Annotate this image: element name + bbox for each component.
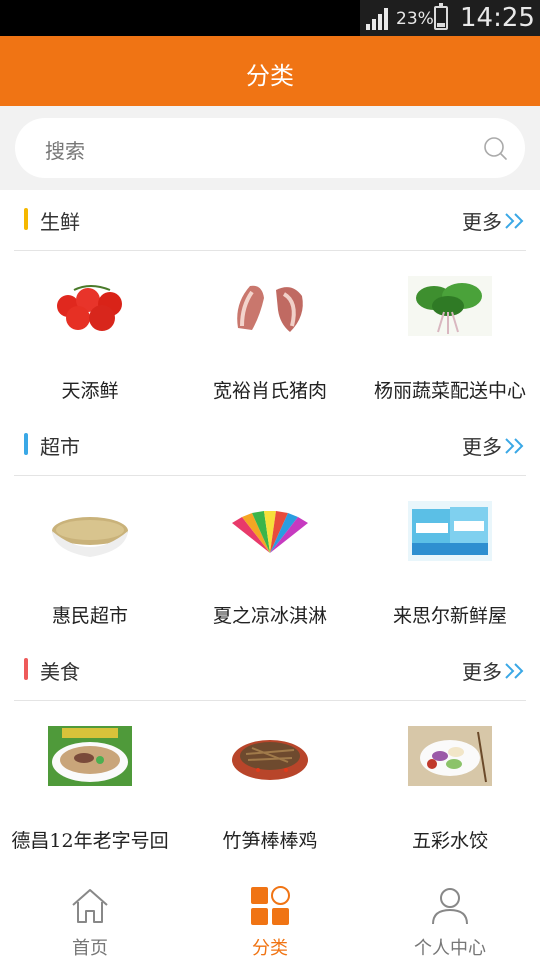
shop-name: 宽裕肖氏猪肉 — [212, 380, 327, 402]
bottom-tab-bar: 首页 分类 个人中心 — [0, 860, 540, 960]
noodle-soup-image — [48, 726, 132, 786]
more-label: 更多 — [462, 210, 502, 234]
section-title: 超市 — [40, 435, 80, 459]
rice-image — [48, 501, 132, 561]
battery-icon — [434, 3, 448, 30]
shop-name: 惠民超市 — [51, 605, 128, 627]
shop-name: 来思尔新鲜屋 — [392, 605, 507, 627]
search-area: 搜索 — [0, 106, 540, 190]
tab-profile[interactable]: 个人中心 — [360, 860, 540, 960]
section-header: 美食 更多 — [0, 640, 540, 700]
more-link[interactable]: 更多 — [462, 656, 526, 685]
more-link[interactable]: 更多 — [462, 206, 526, 235]
section-marker — [24, 658, 28, 680]
shop-item[interactable]: 杨丽蔬菜配送中心 — [360, 250, 540, 415]
chicken-image — [228, 726, 312, 786]
section-fresh: 生鲜 更多 天添鲜 宽裕肖氏猪肉 杨丽蔬菜配送中心 — [0, 190, 540, 415]
shop-item[interactable]: 五彩水饺 — [360, 700, 540, 865]
double-chevron-right-icon — [505, 437, 524, 454]
more-label: 更多 — [462, 435, 502, 459]
home-icon — [72, 889, 108, 923]
shop-name: 杨丽蔬菜配送中心 — [373, 380, 526, 402]
search-placeholder: 搜索 — [45, 139, 85, 163]
search-input[interactable]: 搜索 — [15, 118, 525, 178]
double-chevron-right-icon — [505, 662, 524, 679]
battery-percent: 23% — [396, 9, 434, 29]
greens-image — [408, 276, 492, 336]
clock: 14:25 — [460, 3, 535, 33]
shop-name: 天添鲜 — [61, 380, 119, 402]
shop-name: 德昌12年老字号回 — [11, 830, 169, 852]
shop-item[interactable]: 天添鲜 — [0, 250, 180, 415]
section-food: 美食 更多 德昌12年老字号回 竹笋棒棒鸡 五彩水饺 — [0, 640, 540, 865]
section-title: 生鲜 — [40, 210, 80, 234]
shop-item[interactable]: 德昌12年老字号回 — [0, 700, 180, 865]
shop-item[interactable]: 来思尔新鲜屋 — [360, 475, 540, 640]
section-supermarket: 超市 更多 惠民超市 夏之凉冰淇淋 来思尔新鲜屋 — [0, 415, 540, 640]
more-label: 更多 — [462, 660, 502, 684]
shop-name: 五彩水饺 — [411, 830, 488, 852]
shop-name: 竹笋棒棒鸡 — [222, 830, 318, 852]
shop-item[interactable]: 惠民超市 — [0, 475, 180, 640]
tab-label: 个人中心 — [414, 938, 486, 959]
category-list: 生鲜 更多 天添鲜 宽裕肖氏猪肉 杨丽蔬菜配送中心 超市 更多 惠民超市 夏之凉… — [0, 190, 540, 860]
section-header: 超市 更多 — [0, 415, 540, 475]
shop-name: 夏之凉冰淇淋 — [212, 605, 327, 627]
pork-image — [228, 276, 312, 336]
search-icon[interactable] — [481, 134, 511, 164]
section-marker — [24, 433, 28, 455]
tab-category[interactable]: 分类 — [180, 860, 360, 960]
signal-icon — [366, 8, 388, 30]
app-header: 分类 — [0, 36, 540, 106]
shop-item[interactable]: 夏之凉冰淇淋 — [180, 475, 360, 640]
user-icon — [432, 888, 468, 925]
tab-home[interactable]: 首页 — [0, 860, 180, 960]
status-bar: 23% 14:25 — [0, 0, 540, 36]
section-title: 美食 — [40, 660, 80, 684]
shop-item[interactable]: 竹笋棒棒鸡 — [180, 700, 360, 865]
more-link[interactable]: 更多 — [462, 431, 526, 460]
double-chevron-right-icon — [505, 212, 524, 229]
section-marker — [24, 208, 28, 230]
section-header: 生鲜 更多 — [0, 190, 540, 250]
icecream-image — [228, 501, 312, 561]
tab-label: 首页 — [72, 938, 108, 959]
tomato-image — [48, 276, 132, 336]
tab-label: 分类 — [252, 938, 288, 959]
shop-item[interactable]: 宽裕肖氏猪肉 — [180, 250, 360, 415]
category-icon — [251, 886, 290, 925]
milk-image — [408, 501, 492, 561]
page-title: 分类 — [246, 62, 294, 90]
dumplings-image — [408, 726, 492, 786]
